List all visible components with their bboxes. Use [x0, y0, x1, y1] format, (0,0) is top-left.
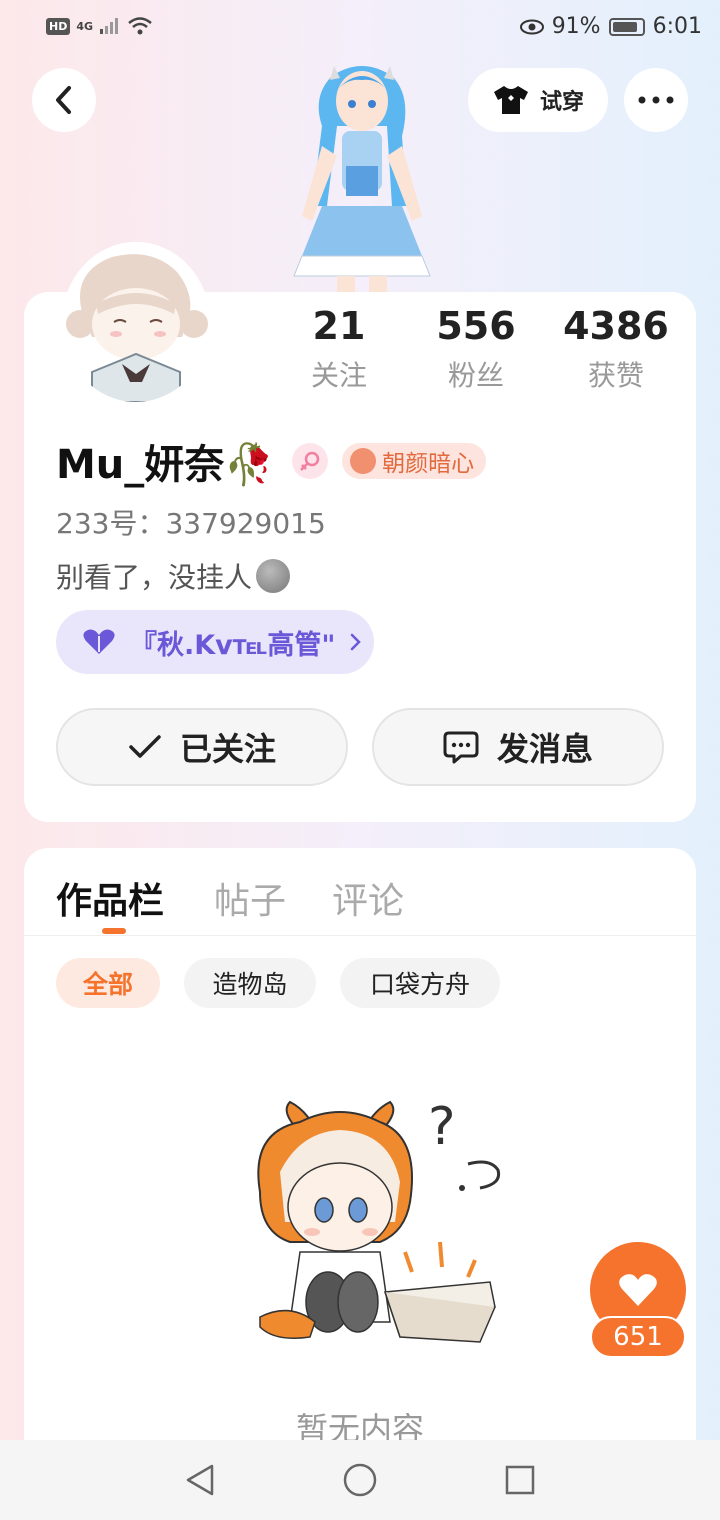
bio: 别看了，没挂人 [56, 556, 291, 596]
bio-text: 别看了，没挂人 [56, 561, 253, 594]
likes-label: 获赞 [587, 359, 644, 392]
wifi-icon [128, 17, 152, 35]
tryon-button[interactable]: 试穿 [468, 68, 608, 132]
battery-icon [608, 17, 645, 36]
back-icon [56, 86, 71, 114]
group-pill[interactable]: 『秋.Kv℡高管" [56, 610, 374, 674]
eye-icon [519, 19, 544, 34]
nav-back-button[interactable] [180, 1462, 220, 1498]
nav-recent-button[interactable] [500, 1462, 540, 1498]
followers-count: 556 [436, 304, 516, 348]
tab-divider [24, 935, 696, 936]
group-name: 『秋.Kv℡高管" [130, 629, 336, 661]
title-badge-label: 朝颜暗心 [382, 451, 475, 477]
filter-chip-ark[interactable]: 口袋方舟 [340, 958, 500, 1008]
tab-indicator [102, 928, 126, 934]
nav-recent-icon [505, 1465, 535, 1495]
filter-chip-island[interactable]: 造物岛 [184, 958, 316, 1008]
clock: 6:01 [652, 14, 702, 39]
stat-following[interactable]: 21 关注 [274, 304, 404, 394]
more-icon [638, 96, 674, 104]
following-label: 关注 [310, 359, 367, 392]
title-badge[interactable]: 朝颜暗心 [342, 443, 487, 479]
follow-button[interactable]: 已关注 [56, 708, 348, 786]
message-button[interactable]: 发消息 [372, 708, 664, 786]
female-icon [300, 451, 320, 471]
more-button[interactable] [624, 68, 688, 132]
gender-badge [292, 443, 329, 479]
signal-icon [100, 18, 119, 34]
avatar[interactable] [62, 242, 210, 402]
like-count: 651 [590, 1316, 686, 1358]
character-illustration [293, 66, 431, 296]
nav-home-button[interactable] [340, 1462, 380, 1498]
nav-back-icon [186, 1464, 214, 1496]
stat-likes[interactable]: 4386 获赞 [551, 304, 681, 394]
status-bar: HD 4G 91% 6:01 [0, 0, 720, 58]
followers-label: 粉丝 [447, 359, 504, 392]
smile-emoji-icon [256, 559, 291, 593]
title-badge-icon [350, 448, 377, 474]
avatar-illustration [62, 242, 210, 402]
nav-home-icon [343, 1463, 377, 1497]
check-icon [129, 735, 161, 758]
tab-comments[interactable]: 评论 [332, 872, 404, 924]
stat-followers[interactable]: 556 粉丝 [411, 304, 541, 394]
following-count: 21 [312, 304, 366, 348]
username: Mu_妍奈🥀 [56, 442, 275, 488]
follow-label: 已关注 [179, 730, 276, 768]
svg-text:?: ? [428, 1097, 456, 1157]
tab-posts[interactable]: 帖子 [214, 872, 286, 924]
back-button[interactable] [32, 68, 96, 132]
empty-state-illustration: ? [257, 1097, 501, 1343]
shirt-icon [493, 86, 528, 114]
chat-icon [443, 731, 479, 764]
tryon-label: 试穿 [539, 90, 584, 115]
heart-icon [83, 629, 115, 654]
name-row: Mu_妍奈🥀 朝颜暗心 [56, 432, 487, 490]
message-label: 发消息 [496, 730, 593, 768]
like-heart-icon [619, 1274, 657, 1306]
filter-chip-all[interactable]: 全部 [56, 958, 160, 1008]
user-id: 233号：337929015 [56, 507, 326, 540]
battery-percent: 91% [551, 14, 601, 39]
tab-works[interactable]: 作品栏 [56, 872, 164, 924]
network-indicator: 4G [76, 19, 94, 33]
likes-count: 4386 [563, 304, 669, 348]
system-nav-bar [0, 1440, 720, 1520]
hd-indicator: HD [46, 17, 71, 35]
chevron-right-icon [351, 633, 362, 651]
